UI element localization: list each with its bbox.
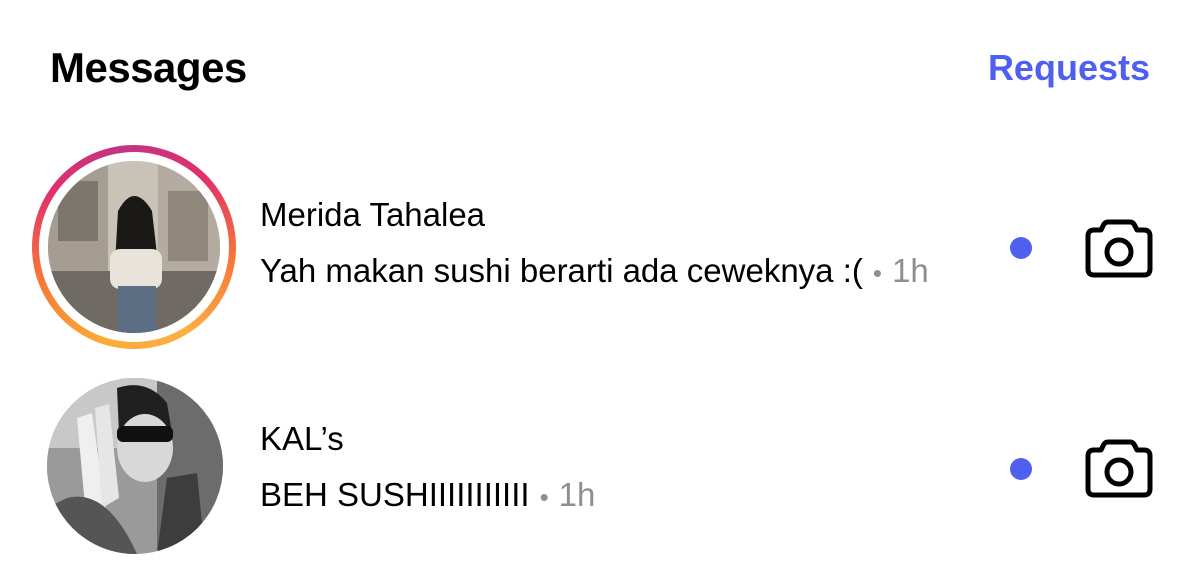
- separator-dot: •: [539, 482, 549, 512]
- separator-dot: •: [872, 258, 882, 288]
- thread-preview-line: BEH SUSHIIIIIIIIIII • 1h: [260, 473, 595, 519]
- thread-row[interactable]: KAL’s BEH SUSHIIIIIIIIIII • 1h: [0, 370, 1200, 570]
- page-title: Messages: [50, 44, 247, 91]
- unread-dot: [1010, 458, 1032, 480]
- message-preview: BEH SUSHIIIIIIIIIII: [260, 476, 530, 513]
- avatar[interactable]: [47, 378, 223, 554]
- thread-row[interactable]: Merida Tahalea Yah makan sushi berarti a…: [0, 145, 1200, 349]
- profile-photo-image: [47, 378, 223, 554]
- messages-header: Messages Requests: [0, 0, 1200, 130]
- avatar-photo: [47, 378, 223, 554]
- avatar-photo: [48, 161, 220, 333]
- requests-link[interactable]: Requests: [988, 42, 1150, 94]
- thread-preview-line: Yah makan sushi berarti ada ceweknya :( •…: [260, 249, 929, 295]
- unread-dot: [1010, 237, 1032, 259]
- camera-icon[interactable]: [1084, 217, 1154, 279]
- timestamp: 1h: [558, 476, 596, 513]
- thread-name: Merida Tahalea: [260, 196, 486, 233]
- camera-icon[interactable]: [1084, 437, 1154, 499]
- timestamp: 1h: [891, 252, 929, 289]
- avatar[interactable]: [32, 145, 236, 349]
- thread-name: KAL’s: [260, 420, 344, 457]
- profile-photo-image: [48, 161, 220, 333]
- message-preview: Yah makan sushi berarti ada ceweknya :(: [260, 252, 863, 289]
